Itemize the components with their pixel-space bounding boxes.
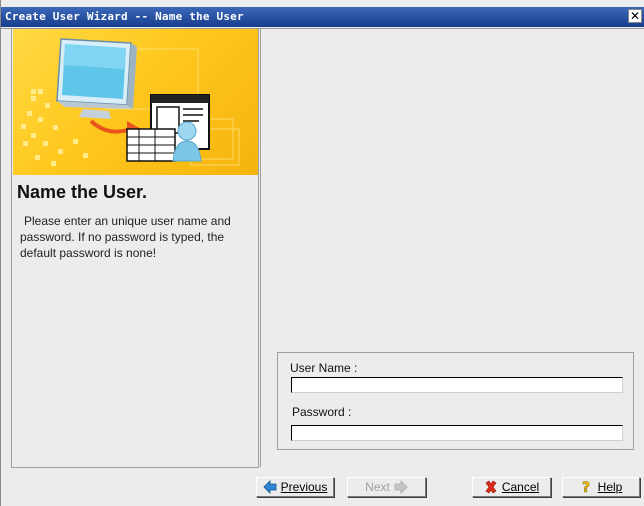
arrow-right-icon (394, 480, 408, 494)
arrow-left-icon (263, 480, 277, 494)
help-button[interactable]: ? Help (562, 477, 640, 497)
svg-text:?: ? (582, 480, 590, 494)
previous-button[interactable]: Previous (256, 477, 334, 497)
left-info-panel: Name the User. Please enter an unique us… (11, 29, 259, 468)
credentials-group: User Name : Password : (277, 352, 634, 450)
window-title: Create User Wizard -- Name the User (5, 10, 244, 23)
wizard-banner-image (13, 29, 258, 175)
user-name-label: User Name : (290, 361, 358, 375)
user-name-input[interactable] (291, 377, 623, 393)
next-button-label: Next (365, 480, 390, 494)
password-label: Password : (292, 405, 352, 419)
cancel-button[interactable]: Cancel (472, 477, 551, 497)
wizard-window: Create User Wizard -- Name the User ✕ Na… (0, 0, 644, 506)
password-input[interactable] (291, 425, 623, 441)
cancel-button-label: Cancel (501, 480, 540, 494)
help-button-label: Help (597, 480, 623, 494)
close-icon[interactable]: ✕ (628, 9, 642, 23)
step-heading: Name the User. (17, 182, 148, 202)
panel-divider (260, 29, 261, 467)
title-bar[interactable]: Create User Wizard -- Name the User ✕ (1, 7, 644, 27)
red-x-icon (485, 480, 497, 494)
question-icon: ? (581, 480, 590, 494)
next-button[interactable]: Next (347, 477, 426, 497)
previous-button-label: Previous (280, 480, 328, 494)
computer-user-illustration (21, 38, 240, 166)
step-description: Please enter an unique user name and pas… (20, 214, 231, 260)
